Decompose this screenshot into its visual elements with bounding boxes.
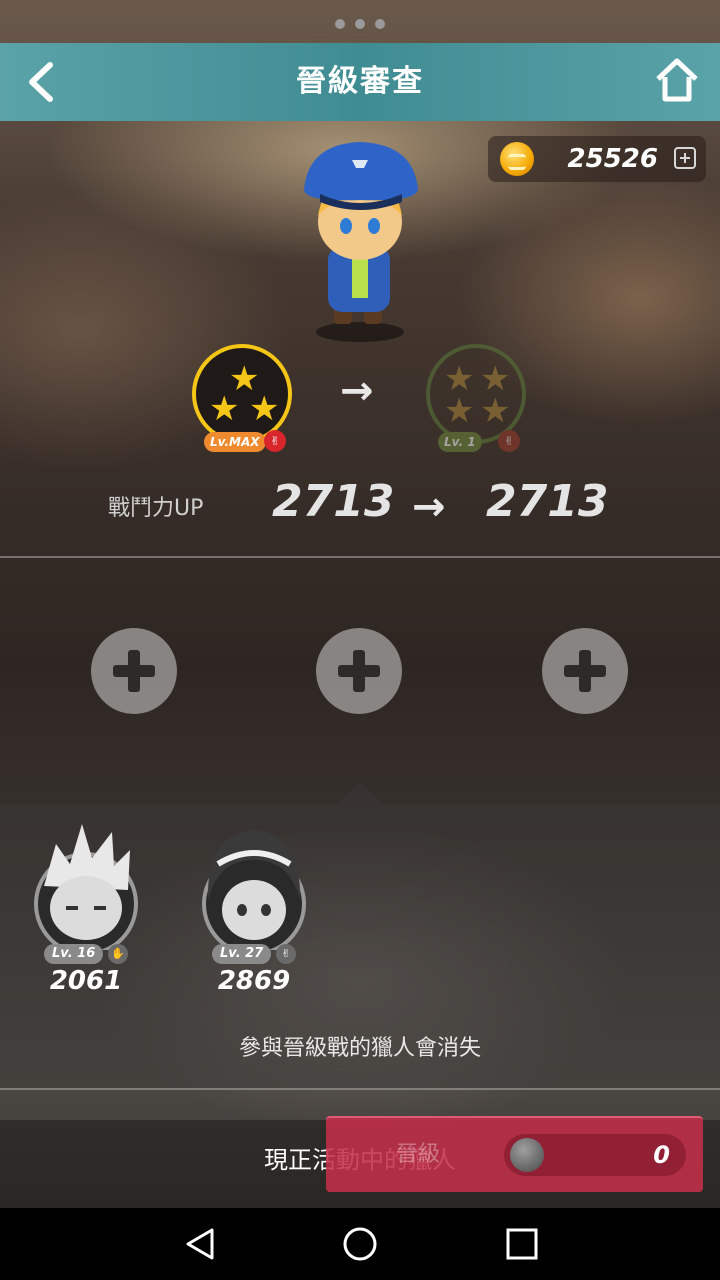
panel-pointer [338, 782, 382, 804]
next-power-value: 2713 [486, 476, 609, 527]
star-icon: ★ [209, 389, 240, 429]
rabbit-icon: ✌ [276, 944, 296, 964]
arrow-right-icon: → [412, 484, 446, 530]
arrow-right-icon: → [340, 368, 374, 414]
hunter-power: 2869 [217, 966, 291, 996]
hunter-character [304, 142, 418, 342]
nav-recent-apps-icon[interactable] [504, 1226, 540, 1262]
hunter-level: Lv. 16 [44, 944, 104, 964]
hand-icon: ✋ [108, 944, 128, 964]
plus-box-icon[interactable] [674, 147, 696, 169]
hunter-level: Lv. 27 [212, 944, 272, 964]
rank-level-tag: Lv.MAX [204, 432, 266, 452]
next-rank-badge: ★ ★ ★ ★ Lv. 1 ✌ [426, 344, 526, 452]
promote-cost: 0 [504, 1134, 686, 1176]
material-slot-3-plus-icon[interactable] [542, 628, 628, 714]
material-slot-2-plus-icon[interactable] [316, 628, 402, 714]
nav-home-icon[interactable] [342, 1226, 378, 1262]
divider [0, 1088, 720, 1090]
material-slot-1-plus-icon[interactable] [91, 628, 177, 714]
home-button[interactable] [654, 57, 700, 103]
gold-coin-icon [500, 142, 534, 176]
star-icon: ★ [444, 391, 475, 431]
current-rank-badge: ★ ★ ★ Lv.MAX ✌ [192, 344, 292, 452]
hunter-avatar [34, 824, 138, 956]
home-icon [656, 58, 698, 102]
divider [0, 556, 720, 558]
notice-text: 參與晉級戰的獵人會消失 [238, 1036, 481, 1061]
rabbit-icon: ✌ [498, 430, 520, 452]
silver-coin-icon [510, 1138, 544, 1172]
hunter-avatar [202, 830, 306, 956]
hunter-power: 2061 [49, 966, 123, 996]
header-bar: 晉級審查 [0, 43, 720, 121]
current-power-value: 2713 [272, 476, 395, 527]
power-label: 戰鬥力UP [108, 496, 204, 521]
star-icon: ★ [480, 391, 511, 431]
page-title: 晉級審查 [296, 64, 424, 99]
system-nav-bar [0, 1208, 720, 1280]
nav-back-icon[interactable] [182, 1226, 218, 1262]
rabbit-icon: ✌ [264, 430, 286, 452]
promote-label: 晉級 [396, 1142, 441, 1167]
hunter-card[interactable]: Lv. 16 ✋ 2061 [26, 820, 146, 1000]
currency-display[interactable]: 25526 [488, 136, 706, 182]
hunter-card[interactable]: Lv. 27 ✌ 2869 [194, 820, 314, 1000]
currency-value: 25526 [567, 144, 658, 174]
rank-level-tag: Lv. 1 [438, 432, 482, 452]
page-indicator-dots [0, 14, 720, 33]
promote-cost-value: 0 [653, 1141, 670, 1169]
promote-button[interactable]: 晉級 0 [326, 1116, 703, 1192]
star-icon: ★ [249, 389, 280, 429]
